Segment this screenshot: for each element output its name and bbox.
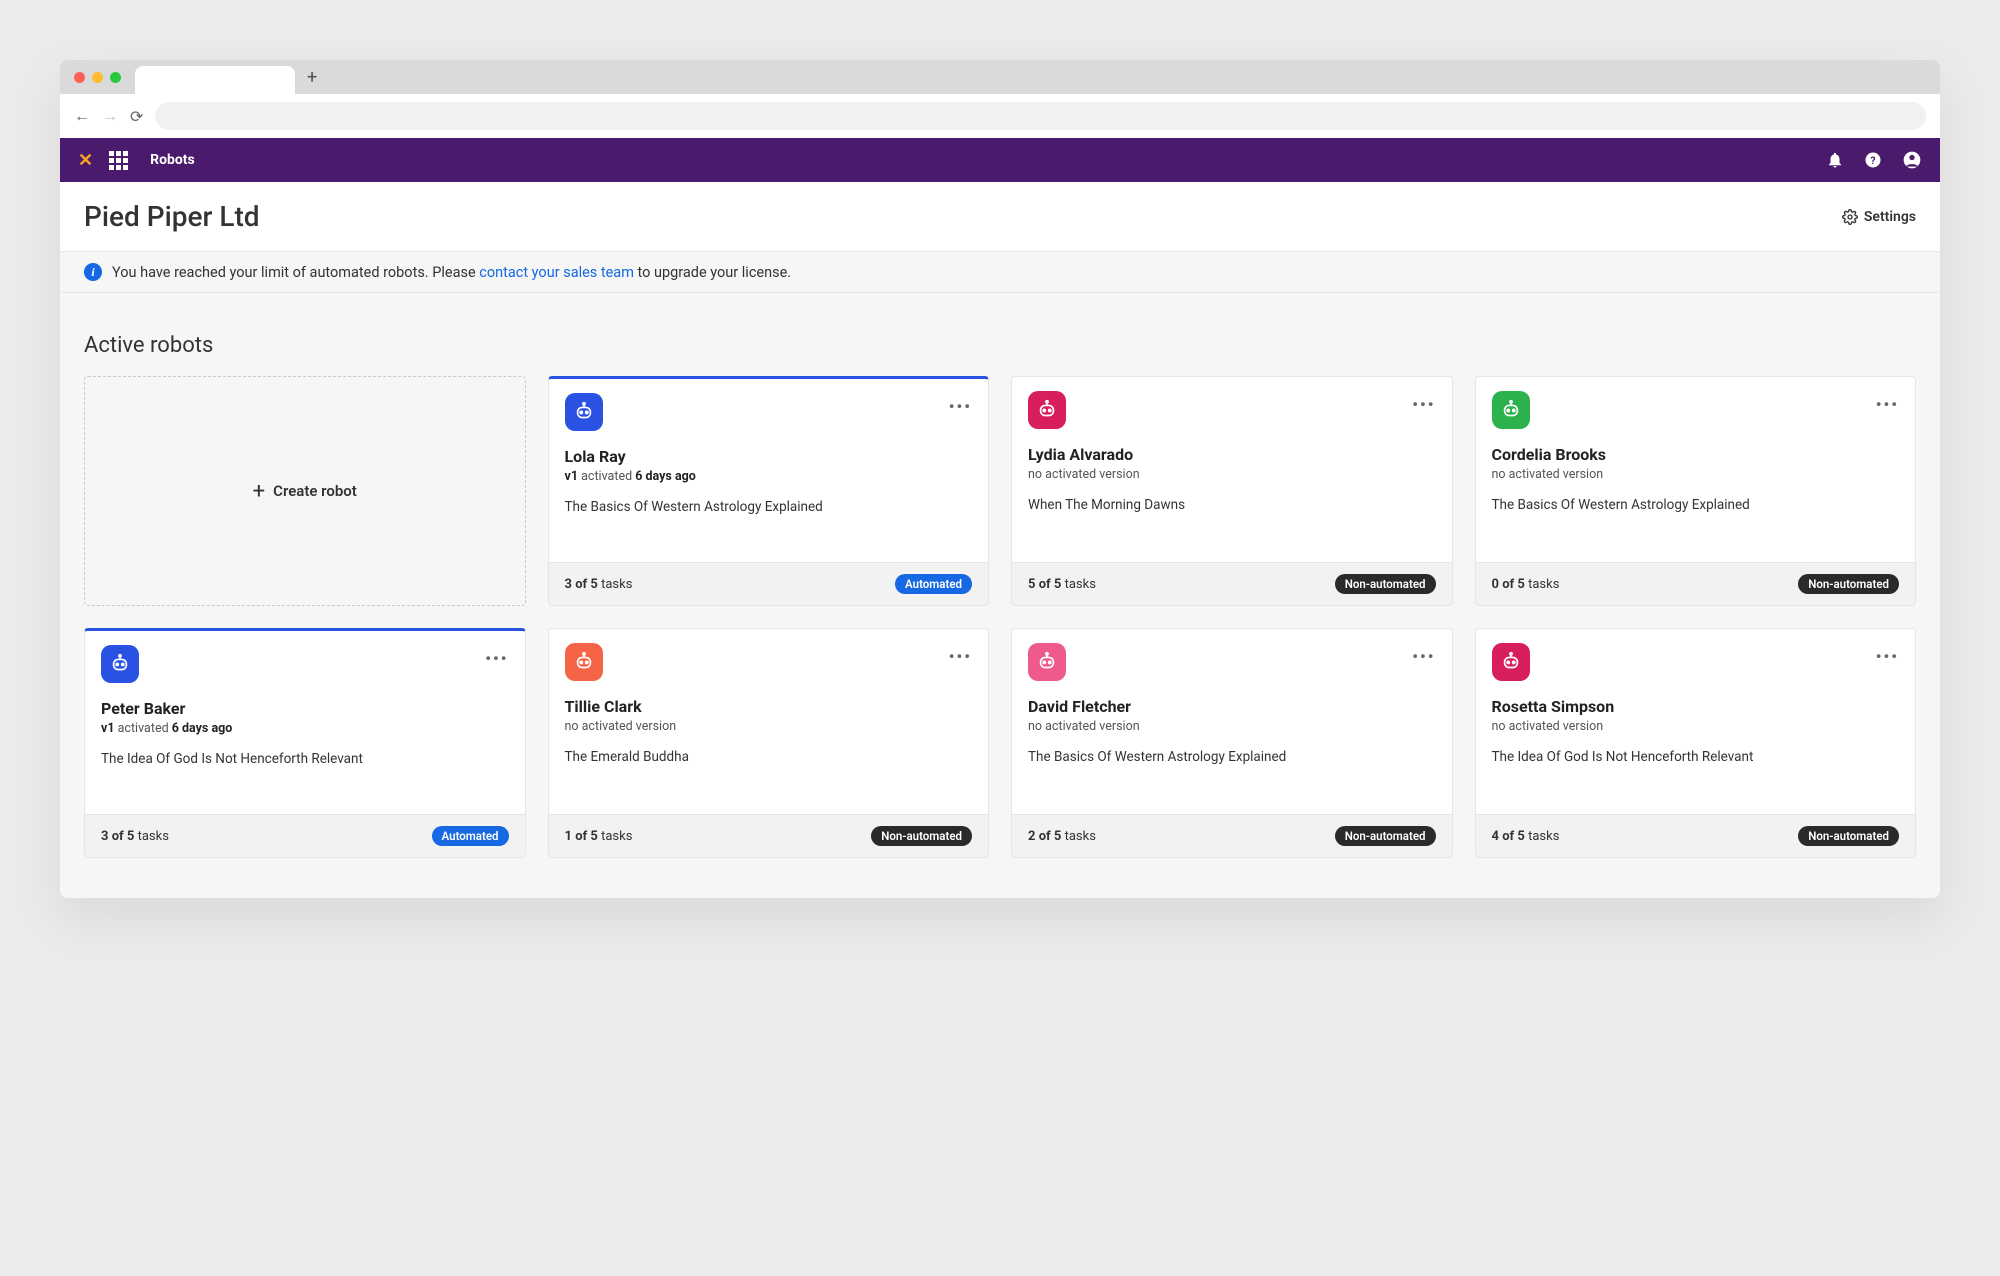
task-count: 3 of 5 tasks [565,577,633,592]
task-count: 3 of 5 tasks [101,829,169,844]
create-robot-card[interactable]: + Create robot [84,376,526,606]
close-window-icon[interactable] [74,72,85,83]
browser-tab[interactable] [135,66,295,94]
info-icon: i [84,263,102,281]
card-footer: 4 of 5 tasks Non-automated [1476,814,1916,857]
robot-icon [1028,643,1066,681]
robot-status: v1 activated 6 days ago [101,721,509,736]
contact-sales-link[interactable]: contact your sales team [479,264,634,281]
minimize-window-icon[interactable] [92,72,103,83]
robot-name: Peter Baker [101,699,509,718]
banner-text: You have reached your limit of automated… [112,264,791,281]
settings-button[interactable]: Settings [1842,209,1916,225]
robot-description: The Idea Of God Is Not Henceforth Releva… [1492,748,1900,766]
browser-tab-strip: + [60,60,1940,94]
create-robot-label: Create robot [273,482,357,500]
notifications-icon[interactable] [1826,151,1844,169]
card-more-button[interactable]: ••• [1876,643,1899,666]
card-footer: 2 of 5 tasks Non-automated [1012,814,1452,857]
card-more-button[interactable]: ••• [1412,391,1435,414]
robot-icon [101,645,139,683]
automation-badge: Automated [432,826,509,846]
robot-status: no activated version [1028,719,1436,734]
card-footer: 5 of 5 tasks Non-automated [1012,562,1452,605]
robot-icon [565,393,603,431]
app-header: ✕ Robots ? [60,138,1940,182]
automation-badge: Non-automated [1798,574,1899,594]
automation-badge: Non-automated [1798,826,1899,846]
robot-name: Lola Ray [565,447,973,466]
robot-card[interactable]: ••• Lola Ray v1 activated 6 days ago The Ba… [548,376,990,606]
robot-name: Tillie Clark [565,697,973,716]
app-logo[interactable]: ✕ [78,150,93,171]
robot-name: Lydia Alvarado [1028,445,1436,464]
card-footer: 1 of 5 tasks Non-automated [549,814,989,857]
robot-name: Rosetta Simpson [1492,697,1900,716]
browser-toolbar: ← → ⟳ [60,94,1940,138]
window-controls[interactable] [74,72,121,83]
robot-icon [1492,391,1530,429]
card-footer: 3 of 5 tasks Automated [549,562,989,605]
back-button[interactable]: ← [74,106,90,126]
robot-card[interactable]: ••• David Fletcher no activated version The… [1011,628,1453,858]
robots-grid: + Create robot ••• Lola Ray v1 activated 6… [84,376,1916,858]
automation-badge: Automated [895,574,972,594]
robot-status: v1 activated 6 days ago [565,469,973,484]
robot-card[interactable]: ••• Tillie Clark no activated version The E… [548,628,990,858]
gear-icon [1842,209,1858,225]
robot-icon [565,643,603,681]
section-title: Active robots [84,333,1916,358]
task-count: 0 of 5 tasks [1492,577,1560,592]
task-count: 2 of 5 tasks [1028,829,1096,844]
robot-status: no activated version [1028,467,1436,482]
robot-card[interactable]: ••• Lydia Alvarado no activated version Whe… [1011,376,1453,606]
robot-description: The Idea Of God Is Not Henceforth Releva… [101,750,509,768]
card-footer: 0 of 5 tasks Non-automated [1476,562,1916,605]
card-more-button[interactable]: ••• [1412,643,1435,666]
robot-card[interactable]: ••• Cordelia Brooks no activated version Th… [1475,376,1917,606]
robot-status: no activated version [1492,467,1900,482]
page-title-row: Pied Piper Ltd Settings [60,182,1940,251]
robot-name: Cordelia Brooks [1492,445,1900,464]
card-more-button[interactable]: ••• [949,393,972,416]
content: Active robots + Create robot ••• Lola Ray… [60,293,1940,898]
robot-card[interactable]: ••• Peter Baker v1 activated 6 days ago The… [84,628,526,858]
card-more-button[interactable]: ••• [949,643,972,666]
reload-button[interactable]: ⟳ [130,107,143,126]
header-section-label: Robots [150,152,195,168]
robot-name: David Fletcher [1028,697,1436,716]
svg-text:?: ? [1870,154,1875,167]
maximize-window-icon[interactable] [110,72,121,83]
robot-icon [1028,391,1066,429]
robot-description: The Basics Of Western Astrology Explaine… [1028,748,1436,766]
robot-description: The Basics Of Western Astrology Explaine… [1492,496,1900,514]
limit-banner: i You have reached your limit of automat… [60,251,1940,293]
url-bar[interactable] [155,102,1926,130]
card-footer: 3 of 5 tasks Automated [85,814,525,857]
robot-description: When The Morning Dawns [1028,496,1436,514]
new-tab-button[interactable]: + [307,67,317,88]
browser-frame: + ← → ⟳ ✕ Robots ? Pied Piper Ltd Settin… [60,60,1940,898]
help-icon[interactable]: ? [1864,151,1882,169]
automation-badge: Non-automated [1335,826,1436,846]
robot-card[interactable]: ••• Rosetta Simpson no activated version Th… [1475,628,1917,858]
card-more-button[interactable]: ••• [1876,391,1899,414]
task-count: 5 of 5 tasks [1028,577,1096,592]
robot-status: no activated version [1492,719,1900,734]
card-more-button[interactable]: ••• [485,645,508,668]
task-count: 4 of 5 tasks [1492,829,1560,844]
automation-badge: Non-automated [871,826,972,846]
task-count: 1 of 5 tasks [565,829,633,844]
automation-badge: Non-automated [1335,574,1436,594]
plus-icon: + [253,479,265,504]
robot-icon [1492,643,1530,681]
robot-description: The Basics Of Western Astrology Explaine… [565,498,973,516]
page-title: Pied Piper Ltd [84,200,260,233]
robot-description: The Emerald Buddha [565,748,973,766]
account-icon[interactable] [1902,150,1922,170]
forward-button[interactable]: → [102,106,118,126]
robot-status: no activated version [565,719,973,734]
settings-label: Settings [1864,209,1916,225]
apps-menu-icon[interactable] [109,151,128,170]
